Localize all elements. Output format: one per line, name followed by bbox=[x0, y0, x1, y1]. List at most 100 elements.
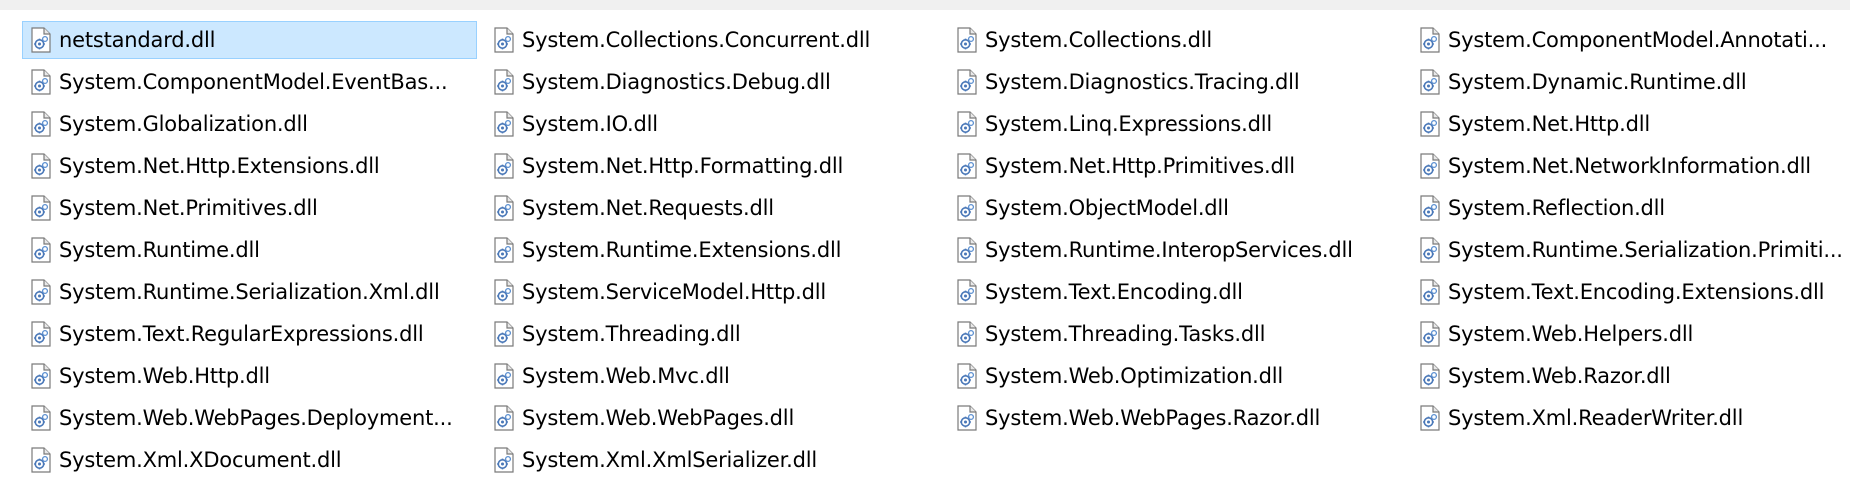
file-name: System.Xml.XDocument.dll bbox=[59, 448, 342, 472]
file-item[interactable]: System.Web.Optimization.dll bbox=[948, 357, 1403, 395]
file-name: System.ObjectModel.dll bbox=[985, 196, 1229, 220]
dll-file-icon bbox=[494, 27, 514, 53]
dll-file-icon bbox=[31, 237, 51, 263]
dll-file-icon bbox=[494, 69, 514, 95]
dll-file-icon bbox=[494, 405, 514, 431]
file-name: System.Diagnostics.Tracing.dll bbox=[985, 70, 1300, 94]
dll-file-icon bbox=[1420, 405, 1440, 431]
file-item[interactable]: System.Net.NetworkInformation.dll bbox=[1411, 147, 1850, 185]
dll-file-icon bbox=[1420, 363, 1440, 389]
dll-file-icon bbox=[957, 321, 977, 347]
file-item[interactable]: System.Threading.dll bbox=[485, 315, 940, 353]
file-item[interactable]: System.Net.Http.Primitives.dll bbox=[948, 147, 1403, 185]
file-name: System.Collections.dll bbox=[985, 28, 1213, 52]
file-name: netstandard.dll bbox=[59, 28, 216, 52]
dll-file-icon bbox=[1420, 237, 1440, 263]
dll-file-icon bbox=[957, 27, 977, 53]
file-name: System.Web.Helpers.dll bbox=[1448, 322, 1694, 346]
dll-file-icon bbox=[957, 69, 977, 95]
file-item[interactable]: System.Web.WebPages.Deployment... bbox=[22, 399, 477, 437]
dll-file-icon bbox=[494, 153, 514, 179]
file-item[interactable]: System.Diagnostics.Debug.dll bbox=[485, 63, 940, 101]
dll-file-icon bbox=[957, 237, 977, 263]
file-item[interactable]: System.Web.WebPages.dll bbox=[485, 399, 940, 437]
file-name: System.ComponentModel.EventBas... bbox=[59, 70, 448, 94]
dll-file-icon bbox=[494, 363, 514, 389]
file-name: System.Web.WebPages.dll bbox=[522, 406, 795, 430]
file-item[interactable]: System.IO.dll bbox=[485, 105, 940, 143]
file-item[interactable]: System.Xml.XDocument.dll bbox=[22, 441, 477, 479]
file-item[interactable]: System.Runtime.Serialization.Primiti... bbox=[1411, 231, 1850, 269]
file-item[interactable]: System.Text.Encoding.Extensions.dll bbox=[1411, 273, 1850, 311]
dll-file-icon bbox=[957, 279, 977, 305]
file-name: System.Text.Encoding.dll bbox=[985, 280, 1243, 304]
file-item[interactable]: System.Web.Mvc.dll bbox=[485, 357, 940, 395]
file-name: System.Net.Http.Formatting.dll bbox=[522, 154, 844, 178]
file-name: System.Web.WebPages.Razor.dll bbox=[985, 406, 1321, 430]
file-name: System.ComponentModel.Annotati... bbox=[1448, 28, 1828, 52]
file-item[interactable]: System.ComponentModel.EventBas... bbox=[22, 63, 477, 101]
dll-file-icon bbox=[957, 111, 977, 137]
file-name: System.Globalization.dll bbox=[59, 112, 308, 136]
dll-file-icon bbox=[31, 195, 51, 221]
file-item[interactable]: System.Text.RegularExpressions.dll bbox=[22, 315, 477, 353]
file-item[interactable]: System.Net.Http.Formatting.dll bbox=[485, 147, 940, 185]
file-name: System.Net.Http.Extensions.dll bbox=[59, 154, 380, 178]
file-name: System.Linq.Expressions.dll bbox=[985, 112, 1273, 136]
file-item[interactable]: System.Linq.Expressions.dll bbox=[948, 105, 1403, 143]
file-item[interactable]: System.Runtime.Extensions.dll bbox=[485, 231, 940, 269]
file-item[interactable]: netstandard.dll bbox=[22, 21, 477, 59]
file-item[interactable]: System.Net.Primitives.dll bbox=[22, 189, 477, 227]
file-item[interactable]: System.Dynamic.Runtime.dll bbox=[1411, 63, 1850, 101]
file-name: System.Web.Optimization.dll bbox=[985, 364, 1284, 388]
file-item[interactable]: System.ObjectModel.dll bbox=[948, 189, 1403, 227]
file-name: System.Runtime.Extensions.dll bbox=[522, 238, 842, 262]
dll-file-icon bbox=[1420, 321, 1440, 347]
file-item[interactable]: System.Xml.ReaderWriter.dll bbox=[1411, 399, 1850, 437]
dll-file-icon bbox=[1420, 153, 1440, 179]
file-item[interactable]: System.Collections.Concurrent.dll bbox=[485, 21, 940, 59]
file-item[interactable]: System.Net.Requests.dll bbox=[485, 189, 940, 227]
file-name: System.Text.RegularExpressions.dll bbox=[59, 322, 424, 346]
dll-file-icon bbox=[494, 195, 514, 221]
file-name: System.Text.Encoding.Extensions.dll bbox=[1448, 280, 1825, 304]
file-item[interactable]: System.Xml.XmlSerializer.dll bbox=[485, 441, 940, 479]
file-item[interactable]: System.Net.Http.Extensions.dll bbox=[22, 147, 477, 185]
dll-file-icon bbox=[494, 279, 514, 305]
file-name: System.Xml.ReaderWriter.dll bbox=[1448, 406, 1744, 430]
file-name: System.Web.Mvc.dll bbox=[522, 364, 730, 388]
file-item[interactable]: System.Globalization.dll bbox=[22, 105, 477, 143]
file-item[interactable]: System.Web.Razor.dll bbox=[1411, 357, 1850, 395]
file-item[interactable]: System.ServiceModel.Http.dll bbox=[485, 273, 940, 311]
file-item[interactable]: System.Web.Http.dll bbox=[22, 357, 477, 395]
file-item[interactable]: System.Text.Encoding.dll bbox=[948, 273, 1403, 311]
file-item[interactable]: System.Diagnostics.Tracing.dll bbox=[948, 63, 1403, 101]
file-name: System.Web.Razor.dll bbox=[1448, 364, 1671, 388]
dll-file-icon bbox=[1420, 27, 1440, 53]
file-list: netstandard.dll System.ComponentModel.Ev… bbox=[22, 21, 1850, 483]
dll-file-icon bbox=[494, 321, 514, 347]
file-name: System.IO.dll bbox=[522, 112, 658, 136]
file-name: System.Runtime.InteropServices.dll bbox=[985, 238, 1353, 262]
file-item[interactable]: System.Reflection.dll bbox=[1411, 189, 1850, 227]
file-name: System.Dynamic.Runtime.dll bbox=[1448, 70, 1747, 94]
file-name: System.Net.Http.Primitives.dll bbox=[985, 154, 1295, 178]
file-item[interactable]: System.Collections.dll bbox=[948, 21, 1403, 59]
file-name: System.Web.WebPages.Deployment... bbox=[59, 406, 453, 430]
file-name: System.Web.Http.dll bbox=[59, 364, 270, 388]
dll-file-icon bbox=[31, 405, 51, 431]
file-item[interactable]: System.Runtime.InteropServices.dll bbox=[948, 231, 1403, 269]
file-item[interactable]: System.Threading.Tasks.dll bbox=[948, 315, 1403, 353]
file-item[interactable]: System.Runtime.dll bbox=[22, 231, 477, 269]
file-name: System.ServiceModel.Http.dll bbox=[522, 280, 826, 304]
dll-file-icon bbox=[957, 405, 977, 431]
dll-file-icon bbox=[31, 279, 51, 305]
file-item[interactable]: System.Runtime.Serialization.Xml.dll bbox=[22, 273, 477, 311]
file-name: System.Runtime.dll bbox=[59, 238, 260, 262]
file-name: System.Runtime.Serialization.Primiti... bbox=[1448, 238, 1843, 262]
file-item[interactable]: System.Net.Http.dll bbox=[1411, 105, 1850, 143]
file-item[interactable]: System.Web.WebPages.Razor.dll bbox=[948, 399, 1403, 437]
file-item[interactable]: System.Web.Helpers.dll bbox=[1411, 315, 1850, 353]
file-name: System.Threading.dll bbox=[522, 322, 741, 346]
file-item[interactable]: System.ComponentModel.Annotati... bbox=[1411, 21, 1850, 59]
